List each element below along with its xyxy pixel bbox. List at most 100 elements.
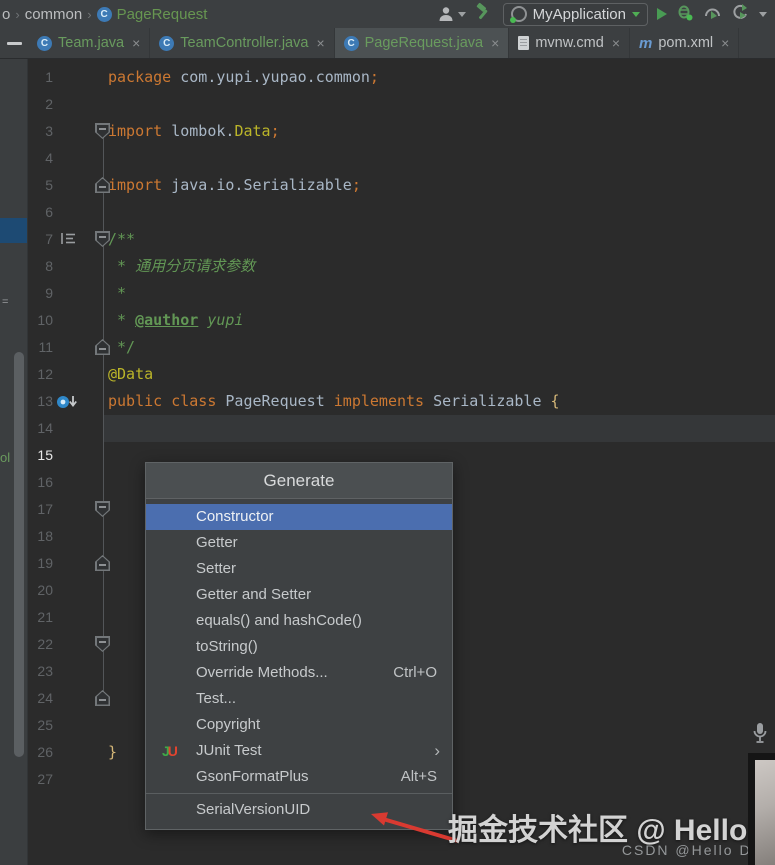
maven-icon (639, 36, 652, 51)
breadcrumb-item[interactable]: common (25, 6, 83, 23)
build-hammer-icon[interactable] (475, 2, 494, 26)
project-panel-sliver[interactable]: = ol (0, 58, 28, 865)
close-icon[interactable]: × (132, 35, 140, 51)
hide-toolwindow-icon[interactable] (0, 28, 28, 58)
fold-marker[interactable] (95, 177, 110, 193)
implement-marker-icon[interactable] (56, 394, 80, 415)
code-token: * (108, 284, 127, 302)
line-number: 23 (37, 663, 53, 679)
menu-item-label: Test... (196, 690, 237, 707)
fold-marker[interactable] (95, 555, 110, 571)
class-icon (37, 35, 52, 51)
rerun-coverage-button[interactable] (731, 3, 750, 26)
menu-item-label: GsonFormatPlus (196, 768, 309, 785)
menu-item-getter-and-setter[interactable]: Getter and Setter (146, 582, 452, 608)
line-number: 4 (45, 150, 53, 166)
menu-item-label: Setter (196, 560, 237, 577)
class-icon (159, 35, 175, 51)
fold-marker[interactable] (95, 123, 110, 139)
code-token: /** (108, 230, 136, 248)
menu-item-label: SerialVersionUID (196, 801, 311, 818)
sort-lines-icon[interactable] (60, 232, 77, 250)
tab-label: mvnw.cmd (535, 35, 604, 51)
menu-item-constructor[interactable]: Constructor (146, 504, 452, 530)
webcam-feed (755, 760, 775, 865)
fold-marker[interactable] (95, 501, 110, 517)
menu-item-getter[interactable]: Getter (146, 530, 452, 556)
code-token: ; (369, 68, 379, 86)
project-item-partial: ol (0, 450, 11, 465)
toolbar-actions: MyApplication (437, 2, 775, 26)
code-token: lombok. (162, 122, 235, 140)
line-number: 3 (45, 123, 53, 139)
fold-marker[interactable] (95, 231, 110, 247)
run-configuration-name: MyApplication (532, 5, 626, 23)
project-item-fragment: = (2, 296, 9, 308)
code-token: * (108, 311, 136, 329)
menu-item-setter[interactable]: Setter (146, 556, 452, 582)
code-token: import (108, 176, 163, 194)
line-number: 26 (37, 744, 53, 760)
code-token: { (550, 392, 560, 410)
menu-item-test-[interactable]: Test... (146, 686, 452, 712)
close-icon[interactable]: × (612, 35, 620, 51)
tab-team-java[interactable]: Team.java × (28, 28, 151, 58)
generate-popup: Generate Constructor Getter Setter Getter a… (145, 462, 453, 830)
code-token: yupi (198, 311, 244, 329)
editor-tab-bar: Team.java×TeamController.java×PageReques… (0, 28, 775, 59)
menu-item-serialversionuid[interactable]: SerialVersionUID (146, 797, 452, 823)
line-number: 8 (45, 258, 53, 274)
debug-button[interactable] (676, 3, 694, 26)
menu-item-junit-test[interactable]: JU JUnit Test › (146, 738, 452, 764)
caret-line-highlight (104, 415, 775, 442)
menu-item-override-methods-[interactable]: Override Methods... Ctrl+O (146, 660, 452, 686)
project-scrollbar[interactable] (14, 352, 24, 757)
menu-item-copyright[interactable]: Copyright (146, 712, 452, 738)
code-token: * (108, 257, 136, 275)
code-line: * 通用分页请求参数 (108, 253, 775, 280)
tab-pagerequest-java[interactable]: PageRequest.java × (334, 28, 510, 58)
line-number: 13 (37, 393, 53, 409)
more-actions-chevron-icon[interactable] (759, 11, 767, 17)
tab-teamcontroller-java[interactable]: TeamController.java × (150, 28, 335, 58)
menu-item-tostring-[interactable]: toString() (146, 634, 452, 660)
microphone-icon (752, 722, 768, 751)
popup-item-list: Constructor Getter Setter Getter and Setter… (146, 499, 452, 829)
breadcrumb-item[interactable]: PageRequest (117, 6, 208, 23)
fold-marker[interactable] (95, 690, 110, 706)
tab-mvnw-cmd[interactable]: mvnw.cmd × (509, 28, 630, 58)
tab-label: TeamController.java (180, 35, 309, 51)
class-icon (96, 6, 112, 22)
menu-item-label: equals() and hashCode() (196, 612, 362, 629)
run-configuration-select[interactable]: MyApplication (502, 2, 648, 26)
line-number: 15 (37, 447, 53, 463)
code-token: package (108, 68, 172, 86)
user-icon[interactable] (437, 6, 466, 22)
menu-item-label: JUnit Test (196, 742, 262, 759)
menu-item-gsonformatplus[interactable]: GsonFormatPlus Alt+S (146, 764, 452, 790)
code-token: */ (108, 338, 136, 356)
spring-boot-icon (509, 6, 527, 23)
code-line: import lombok.Data; (108, 118, 775, 145)
line-number: 25 (37, 717, 53, 733)
menu-item-label: Constructor (196, 508, 274, 525)
menu-item-label: Override Methods... (196, 664, 328, 681)
run-button[interactable] (657, 8, 667, 20)
close-icon[interactable]: × (491, 35, 499, 51)
code-token: ; (270, 122, 280, 140)
tab-pom-xml[interactable]: pom.xml × (630, 28, 740, 58)
code-line: package com.yupi.yupao.common; (108, 64, 775, 91)
close-icon[interactable]: × (316, 35, 324, 51)
code-token: Data (234, 122, 271, 140)
line-number: 27 (37, 771, 53, 787)
code-token: implements (333, 392, 425, 410)
line-number: 10 (37, 312, 53, 328)
menu-item-equals-and-hashcode-[interactable]: equals() and hashCode() (146, 608, 452, 634)
breadcrumb-item[interactable]: o (2, 6, 10, 23)
fold-marker[interactable] (95, 339, 110, 355)
fold-marker[interactable] (95, 636, 110, 652)
close-icon[interactable]: × (721, 35, 729, 51)
profiler-button[interactable] (703, 3, 722, 26)
code-token: com.yupi.yupao.common (171, 68, 370, 86)
